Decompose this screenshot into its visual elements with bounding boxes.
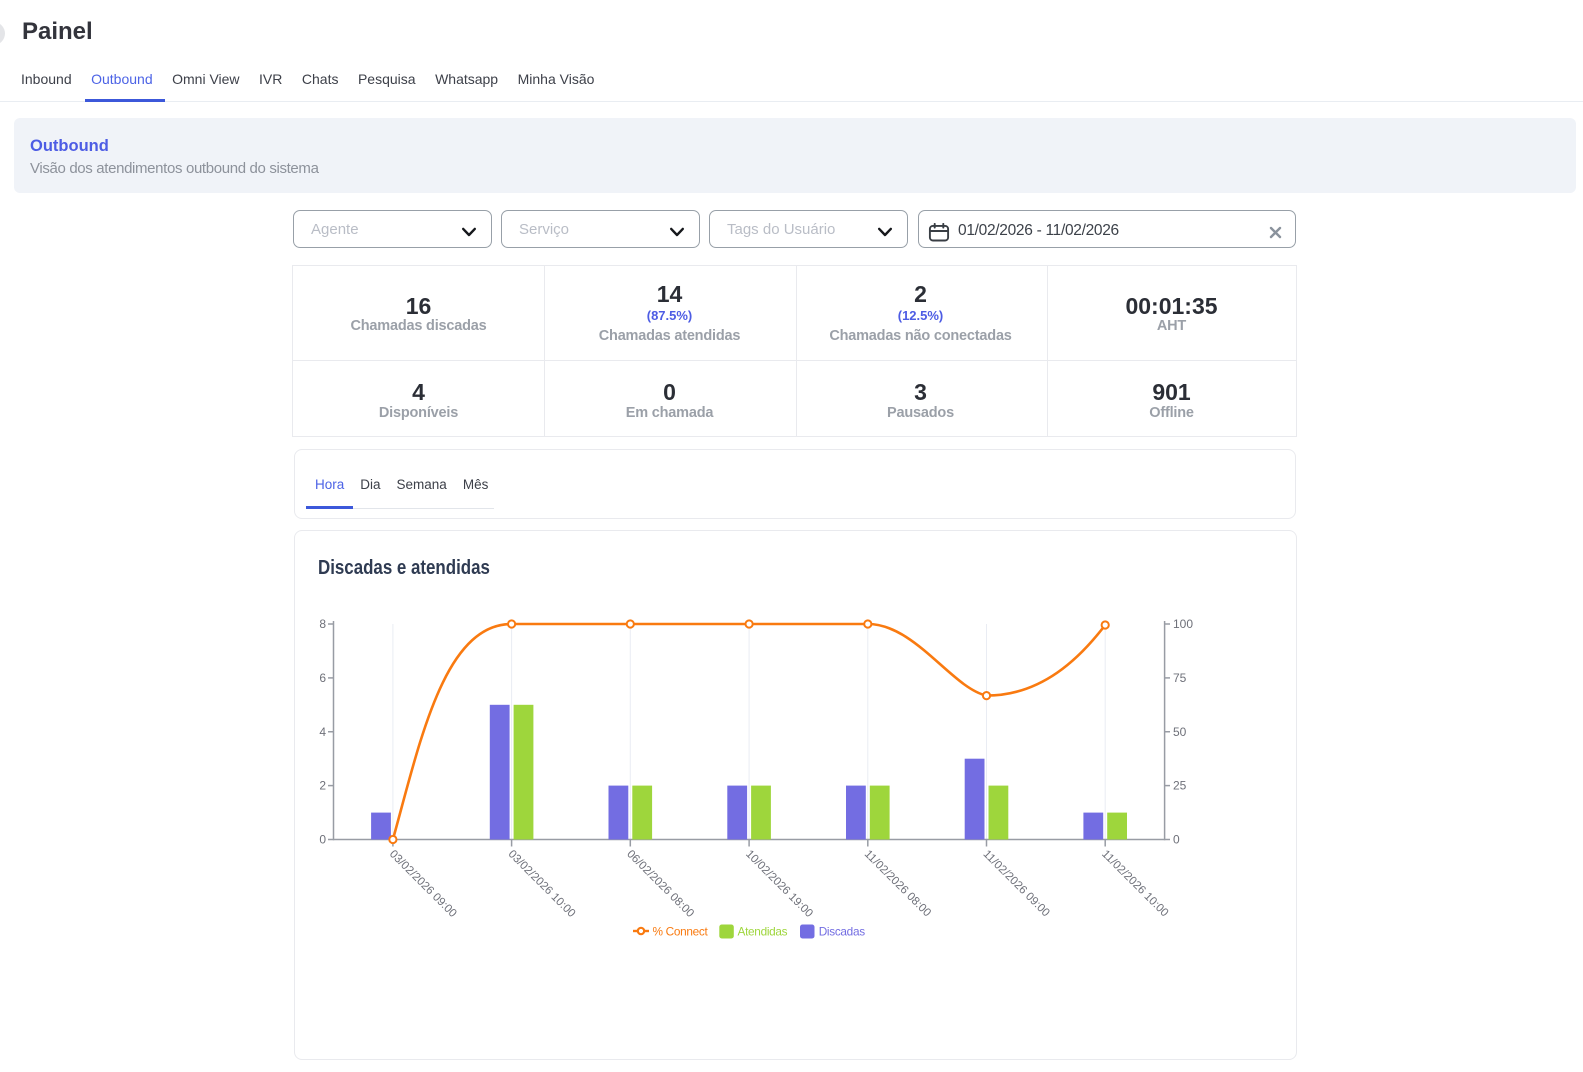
svg-text:25: 25 (1173, 779, 1187, 793)
svg-text:11/02/2026 08:00: 11/02/2026 08:00 (862, 848, 933, 919)
svg-text:6: 6 (319, 671, 326, 685)
svg-text:75: 75 (1173, 671, 1187, 685)
svg-text:0: 0 (1173, 833, 1180, 847)
svg-text:11/02/2026 10:00: 11/02/2026 10:00 (1099, 848, 1170, 919)
svg-text:11/02/2026 09:00: 11/02/2026 09:00 (980, 848, 1051, 919)
svg-text:8: 8 (319, 617, 326, 631)
svg-text:Atendidas: Atendidas (738, 924, 788, 938)
svg-text:03/02/2026 10:00: 03/02/2026 10:00 (506, 848, 578, 920)
svg-text:0: 0 (319, 833, 326, 847)
svg-text:% Connect: % Connect (653, 924, 709, 938)
svg-text:2: 2 (319, 779, 326, 793)
svg-text:4: 4 (319, 725, 326, 739)
svg-text:50: 50 (1173, 725, 1187, 739)
svg-text:100: 100 (1173, 617, 1193, 631)
svg-text:06/02/2026 08:00: 06/02/2026 08:00 (624, 848, 696, 920)
svg-text:03/02/2026 09:00: 03/02/2026 09:00 (387, 848, 459, 920)
svg-text:10/02/2026 19:00: 10/02/2026 19:00 (743, 848, 815, 920)
svg-text:Discadas: Discadas (819, 924, 866, 938)
